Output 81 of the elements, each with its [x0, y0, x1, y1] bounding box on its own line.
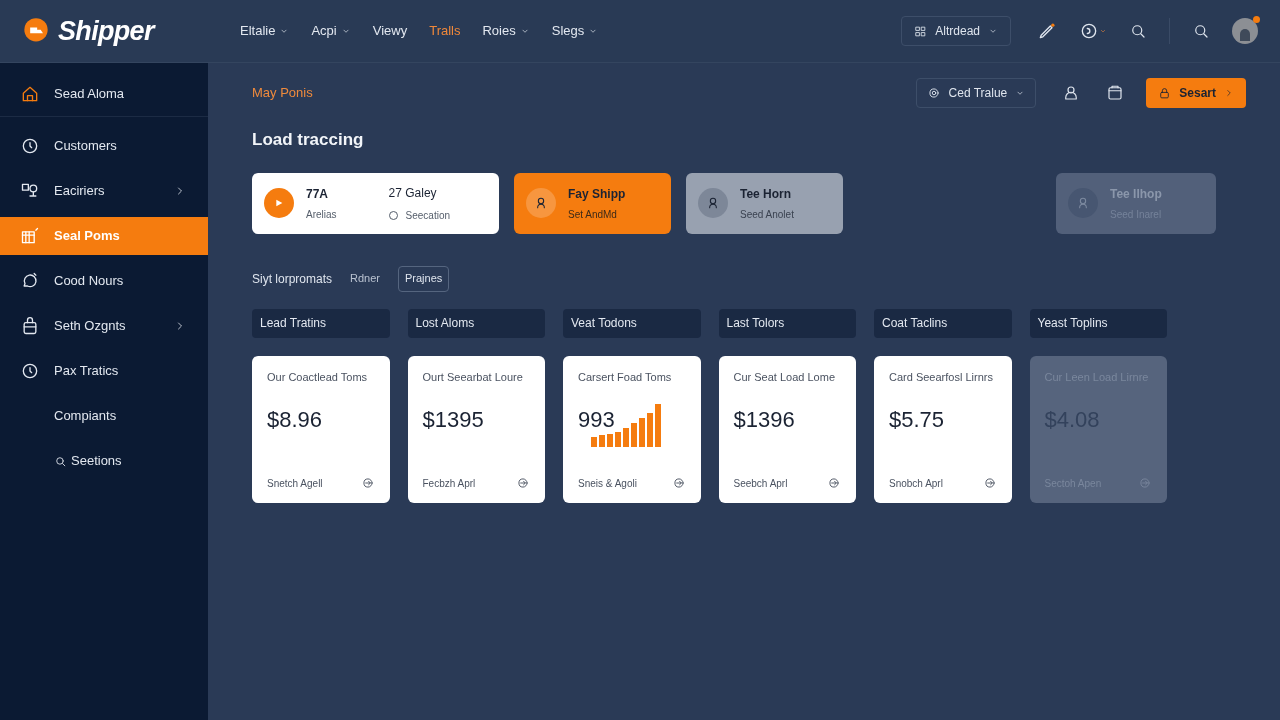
column-header: Veat Todons — [563, 308, 701, 338]
boxes-icon — [20, 226, 40, 246]
sidebar-item[interactable]: Seth Ozgnts — [0, 307, 208, 345]
pen-icon — [1037, 21, 1057, 41]
metric-footer: Fecbzh Aprl — [422, 475, 476, 491]
card-title: 77A — [306, 185, 329, 203]
nav-link[interactable]: Acpi — [311, 21, 351, 41]
metric-card[interactable]: Carsert Foad Toms 993 Sneis & Agoli — [563, 355, 701, 503]
nav-link[interactable]: Roies — [482, 21, 530, 41]
metric-value: $1396 — [733, 406, 795, 433]
chevron-icon — [1224, 88, 1234, 98]
column-header: Lead Tratins — [252, 308, 390, 338]
metric-title: Our Coactlead Toms — [267, 369, 369, 385]
summary-card[interactable]: Tee Horn Seed Anolet — [686, 172, 843, 234]
sidebar-item[interactable]: Seetions — [0, 442, 208, 480]
metric-card[interactable]: Card Seearfosl Lirnrs $5.75 Snobch Aprl — [874, 355, 1012, 503]
filter-tab[interactable]: Prajnes — [398, 265, 450, 292]
refresh-icon — [1079, 21, 1099, 41]
nav-link[interactable]: Viewy — [372, 21, 408, 41]
summary-card[interactable]: 77A Arelias 27 Galey Seecation — [252, 172, 499, 234]
metric-footer: Seebch Aprl — [733, 475, 788, 491]
grid-icon — [914, 24, 928, 38]
metric-footer: Snobch Aprl — [889, 475, 943, 491]
lock-icon — [1158, 86, 1172, 100]
search-button[interactable] — [1129, 22, 1147, 40]
column-header: Lost Aloms — [407, 308, 545, 338]
card-title: 27 Galey — [388, 184, 438, 202]
pen-button[interactable] — [1037, 21, 1057, 41]
clipboard-icon — [1106, 84, 1125, 102]
page-title: Load traccing — [252, 129, 365, 151]
brand-name: Shipper — [58, 14, 154, 48]
card-subtitle: Set AndMd — [568, 207, 618, 222]
sidebar-item[interactable]: Pax Tratics — [0, 352, 208, 390]
sidebar-item[interactable]: Sead Aloma — [0, 71, 208, 117]
metric-title: Cur Seat Load Lome — [733, 369, 836, 385]
sidebar-item[interactable]: Customers — [0, 127, 208, 165]
nav-link[interactable]: Tralls — [429, 21, 461, 41]
sidebar-item[interactable]: Eaciriers — [0, 172, 208, 210]
search-icon — [1192, 22, 1210, 40]
metric-card[interactable]: Ourt Seearbat Loure $1395 Fecbzh Aprl — [407, 355, 545, 503]
breadcrumb[interactable]: May Ponis — [252, 83, 313, 103]
sidebar-item[interactable]: Compiants — [0, 397, 208, 435]
sidebar-item[interactable]: Cood Nours — [0, 262, 208, 300]
filter-tab[interactable]: Rdner — [344, 265, 386, 292]
avatar[interactable] — [1232, 18, 1258, 44]
card-title: Fay Shipp — [568, 185, 626, 203]
nav-link[interactable]: Eltalie — [240, 21, 290, 41]
nav-link[interactable]: Slegs — [551, 21, 599, 41]
clock-icon — [20, 136, 40, 156]
clock-icon — [20, 361, 40, 381]
column-header: Yeast Toplins — [1029, 308, 1167, 338]
metric-value: $5.75 — [889, 406, 945, 433]
gear-icon — [926, 86, 941, 100]
refresh-button[interactable] — [1079, 21, 1107, 41]
metric-footer: Sneis & Agoli — [578, 475, 637, 491]
card-subtitle: Seed Anolet — [740, 207, 794, 222]
metric-title: Card Seearfosl Lirnrs — [889, 369, 994, 385]
search-button[interactable] — [1192, 22, 1210, 40]
metric-title: Ourt Seearbat Loure — [422, 369, 524, 385]
metric-title: Carsert Foad Toms — [578, 369, 673, 385]
filter-label: Siyt lorpromats — [252, 270, 333, 288]
card-subtitle: Arelias — [306, 207, 337, 222]
metric-value: $1395 — [422, 406, 484, 433]
column-header: Last Tolors — [718, 308, 856, 338]
summary-card[interactable]: Fay Shipp Set AndMd — [514, 172, 671, 234]
card-title: Tee Ilhop — [1110, 185, 1162, 203]
metric-card[interactable]: Cur Seat Load Lome $1396 Seebch Aprl — [718, 355, 856, 503]
metric-value: 993 — [578, 406, 615, 433]
column-header: Coat Taclins — [874, 308, 1012, 338]
primary-button[interactable]: Sesart — [1146, 78, 1246, 108]
radio-option[interactable]: Seecation — [388, 207, 451, 223]
account-dropdown[interactable]: Altrdead — [901, 16, 1011, 46]
filter-dropdown[interactable]: Ced Tralue — [915, 78, 1037, 108]
search-icon — [1129, 22, 1147, 40]
metric-footer: Snetch Agell — [267, 475, 323, 491]
metric-value: $8.96 — [267, 406, 323, 433]
search-icon — [54, 454, 67, 468]
caret-icon — [1099, 27, 1107, 35]
clipboard-button[interactable] — [1106, 84, 1125, 102]
metric-card[interactable]: Our Coactlead Toms $8.96 Snetch Agell — [252, 355, 390, 503]
card-title: Tee Horn — [740, 185, 793, 203]
